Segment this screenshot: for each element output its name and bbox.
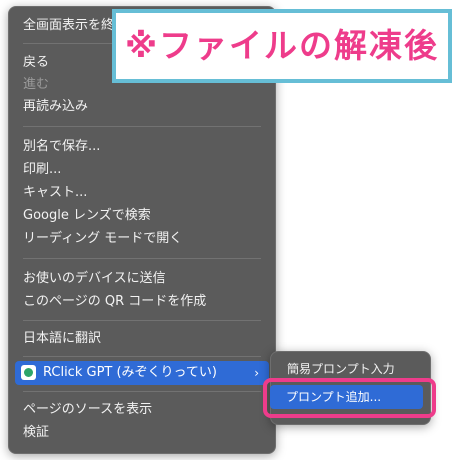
extension-icon <box>21 365 36 380</box>
menu-item-rclick-gpt[interactable]: RClick GPT (みぞくりってい) › <box>15 361 269 385</box>
submenu-item-quick-prompt[interactable]: 簡易プロンプト入力 <box>287 360 395 378</box>
menu-item-reading-mode[interactable]: リーディング モードで開く <box>23 228 265 250</box>
menu-item-send-to-devices[interactable]: お使いのデバイスに送信 <box>23 268 265 290</box>
menu-item-print[interactable]: 印刷... <box>23 159 265 181</box>
menu-item-label: RClick GPT (みぞくりってい) <box>43 365 217 380</box>
callout-highlight-box <box>263 378 436 418</box>
menu-item-create-qr-code[interactable]: このページの QR コードを作成 <box>23 291 265 313</box>
chevron-right-icon: › <box>254 366 259 380</box>
menu-item-save-as[interactable]: 別名で保存... <box>23 136 265 158</box>
menu-separator <box>23 356 261 357</box>
menu-separator <box>23 126 261 127</box>
menu-item-view-source[interactable]: ページのソースを表示 <box>23 399 265 421</box>
menu-item-google-lens[interactable]: Google レンズで検索 <box>23 205 265 227</box>
menu-item-reload[interactable]: 再読み込み <box>23 96 265 118</box>
menu-item-inspect[interactable]: 検証 <box>23 422 265 444</box>
menu-item-cast[interactable]: キャスト... <box>23 182 265 204</box>
menu-separator <box>23 391 261 392</box>
menu-item-translate[interactable]: 日本語に翻訳 <box>23 328 265 350</box>
annotation-banner: ※ファイルの解凍後 <box>112 9 452 83</box>
menu-separator <box>23 320 261 321</box>
menu-separator <box>23 258 261 259</box>
